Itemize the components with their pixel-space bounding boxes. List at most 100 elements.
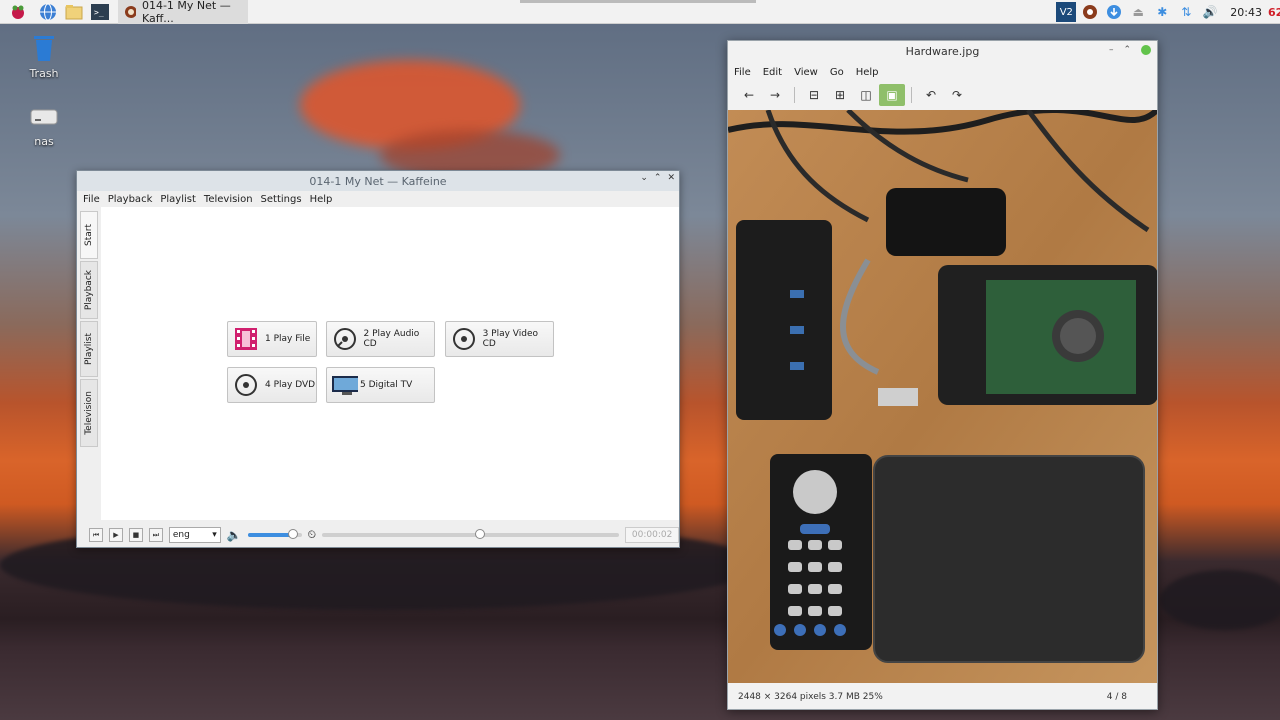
taskbar-task-label: 014-1 My Net — Kaff... — [141, 0, 231, 25]
original-size-icon[interactable]: ▣ — [879, 84, 905, 106]
tab-label: Playlist — [84, 333, 94, 365]
svg-text:>_: >_ — [94, 8, 104, 17]
image-viewer-window: Hardware.jpg – ⌃ File Edit View Go Help … — [727, 40, 1158, 710]
volume-icon[interactable]: 🔊 — [1200, 2, 1220, 22]
play-dvd-button[interactable]: 4 Play DVD — [227, 367, 317, 403]
volume-fill — [247, 533, 294, 537]
close-icon[interactable] — [1141, 45, 1151, 55]
button-label: 1 Play File — [265, 334, 311, 344]
window-title: 014-1 My Net — Kaffeine — [309, 174, 447, 188]
menu-edit[interactable]: Edit — [763, 67, 782, 78]
language-value: eng — [172, 530, 190, 540]
dvd-icon — [233, 372, 259, 398]
menu-go[interactable]: Go — [830, 67, 844, 78]
viewer-menubar: File Edit View Go Help — [728, 63, 1157, 81]
chevron-down-icon: ▾ — [212, 530, 217, 540]
raspberry-menu-icon[interactable] — [8, 2, 28, 22]
viewer-toolbar: ← → ⊟ ⊞ ◫ ▣ ↶ ↷ — [728, 81, 1157, 109]
button-label: 5 Digital TV — [360, 380, 413, 390]
speaker-icon[interactable]: 🔈 — [227, 528, 242, 542]
seek-slider[interactable] — [322, 529, 620, 539]
maximize-icon[interactable]: ⌃ — [1123, 45, 1131, 55]
file-manager-icon[interactable] — [64, 2, 84, 22]
menu-settings[interactable]: Settings — [261, 194, 302, 205]
back-arrow-icon[interactable]: ← — [736, 84, 762, 106]
stop-icon[interactable]: ■ — [128, 528, 143, 542]
volume-slider[interactable] — [247, 529, 302, 539]
minimize-icon[interactable]: – — [1109, 45, 1114, 55]
tab-television[interactable]: Television — [80, 379, 98, 447]
taskbar-task-kaffeine[interactable]: 014-1 My Net — Kaff... — [118, 0, 248, 25]
tab-playback[interactable]: Playback — [80, 261, 98, 319]
bluetooth-icon[interactable]: ✱ — [1152, 2, 1172, 22]
fit-window-icon[interactable]: ◫ — [853, 84, 879, 106]
forward-arrow-icon[interactable]: → — [762, 84, 788, 106]
play-audio-cd-button[interactable]: 2 Play Audio CD — [326, 321, 435, 357]
taskbar: >_ 014-1 My Net — Kaff... V2 ⏏ ✱ ⇅ 🔊 20:… — [0, 0, 1280, 25]
kaffeine-titlebar[interactable]: 014-1 My Net — Kaffeine ⌄ ⌃ ✕ — [77, 171, 679, 191]
close-icon[interactable]: ✕ — [667, 173, 675, 183]
cpu-monitor[interactable]: 62 — [1268, 6, 1280, 19]
tab-label: Playback — [84, 269, 94, 311]
clock[interactable]: 20:43 — [1230, 6, 1262, 19]
vnc-tray-label: V2 — [1059, 6, 1073, 18]
viewer-titlebar[interactable]: Hardware.jpg – ⌃ — [728, 41, 1157, 61]
clock-icon[interactable]: ⏲ — [308, 528, 317, 542]
digital-tv-button[interactable]: 5 Digital TV — [326, 367, 435, 403]
rotate-right-icon[interactable]: ↷ — [944, 84, 970, 106]
tab-start[interactable]: Start — [80, 211, 98, 259]
rotate-left-icon[interactable]: ↶ — [918, 84, 944, 106]
tv-icon — [332, 372, 358, 398]
play-file-button[interactable]: 1 Play File — [227, 321, 317, 357]
language-select[interactable]: eng ▾ — [168, 527, 221, 543]
next-icon[interactable]: ⏭ — [148, 528, 163, 542]
toolbar-separator — [794, 87, 795, 103]
audio-cd-icon — [332, 326, 358, 352]
web-browser-icon[interactable] — [38, 2, 58, 22]
menu-help[interactable]: Help — [310, 194, 333, 205]
menu-television[interactable]: Television — [204, 194, 253, 205]
menu-view[interactable]: View — [794, 67, 818, 78]
hardware-photo — [728, 110, 1157, 683]
toolbar-separator — [911, 87, 912, 103]
download-icon[interactable] — [1104, 2, 1124, 22]
previous-icon[interactable]: ⏮ — [89, 528, 103, 542]
kaffeine-window: 014-1 My Net — Kaffeine ⌄ ⌃ ✕ File Playb… — [76, 170, 680, 548]
menu-help[interactable]: Help — [856, 67, 879, 78]
play-video-cd-button[interactable]: 3 Play Video CD — [445, 321, 554, 357]
media-tray-icon[interactable] — [1080, 2, 1100, 22]
window-title: Hardware.jpg — [905, 44, 980, 58]
eject-icon[interactable]: ⏏ — [1128, 2, 1148, 22]
start-page: 1 Play File 2 Play Audio CD 3 Play Video… — [101, 207, 679, 520]
playback-controls: ⏮ ▶ ■ ⏭ eng ▾ 🔈 ⏲ 00:00:02 — [77, 523, 680, 547]
menu-playback[interactable]: Playback — [108, 194, 153, 205]
volume-knob[interactable] — [288, 529, 299, 539]
viewer-statusbar: 2448 × 3264 pixels 3.7 MB 25% 4 / 8 — [728, 687, 1157, 707]
desktop-icon-label: Trash — [29, 67, 59, 80]
button-label: 4 Play DVD — [265, 380, 316, 390]
play-icon[interactable]: ▶ — [108, 528, 123, 542]
desktop-icon-trash[interactable]: Trash — [14, 32, 74, 80]
zoom-out-icon[interactable]: ⊟ — [801, 84, 827, 106]
menu-playlist[interactable]: Playlist — [160, 194, 196, 205]
minimize-icon[interactable]: ⌄ — [640, 173, 648, 183]
seek-knob[interactable] — [474, 529, 485, 539]
trash-icon — [34, 36, 54, 61]
tab-label: Start — [84, 224, 94, 246]
tab-label: Television — [84, 391, 94, 435]
video-cd-icon — [451, 326, 477, 352]
network-icon[interactable]: ⇅ — [1176, 2, 1196, 22]
terminal-icon[interactable]: >_ — [90, 2, 110, 22]
menu-file[interactable]: File — [83, 194, 100, 205]
button-label: 3 Play Video CD — [482, 329, 539, 349]
tab-playlist[interactable]: Playlist — [80, 321, 98, 377]
zoom-in-icon[interactable]: ⊞ — [827, 84, 853, 106]
taskbar-divider — [520, 0, 756, 3]
vnc-tray-icon[interactable]: V2 — [1056, 2, 1077, 22]
button-label: 2 Play Audio CD — [363, 329, 420, 349]
menu-file[interactable]: File — [734, 67, 751, 78]
wallpaper-mountain — [1160, 570, 1280, 630]
maximize-icon[interactable]: ⌃ — [654, 173, 662, 183]
desktop-icon-nas[interactable]: nas — [14, 104, 74, 148]
film-icon — [233, 326, 259, 352]
